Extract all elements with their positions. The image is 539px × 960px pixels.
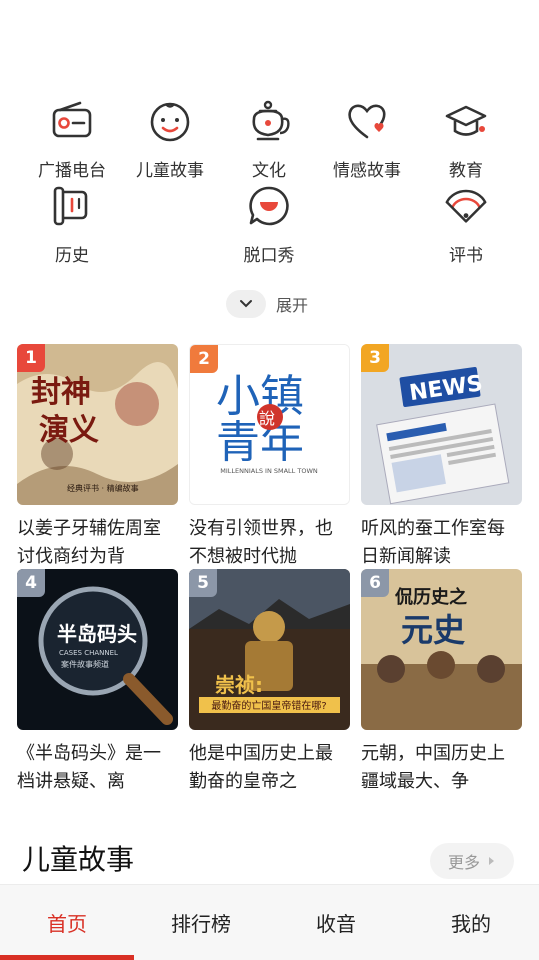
album-cover: 半岛码头 CASES CHANNEL 案件故事频道 4 (17, 569, 178, 730)
scroll-icon (49, 183, 95, 229)
album-description: 《半岛码头》是一档讲悬疑、离 (17, 743, 161, 792)
cover-subtitle: 最勤奋的亡国皇帝错在哪? (211, 699, 326, 712)
cover-subtitle: 经典评书 · 精编故事 (67, 483, 139, 493)
cover-title: 崇祯: (215, 673, 263, 697)
cover-subtitle-2: 案件故事频道 (61, 659, 109, 669)
category-emotional-stories[interactable]: 情感故事 (317, 98, 417, 181)
chevron-right-icon (489, 857, 494, 865)
album-cover: 小镇 青年 說 MILLENNIALS IN SMALL TOWN 2 (189, 344, 350, 505)
expand-button[interactable]: 展开 (226, 290, 308, 318)
album-card[interactable]: 小镇 青年 說 MILLENNIALS IN SMALL TOWN 2 没有引领… (189, 344, 350, 571)
album-card[interactable]: 半岛码头 CASES CHANNEL 案件故事频道 4 《半岛码头》是一档讲悬疑… (17, 569, 178, 796)
album-cover: NEWS 3 (361, 344, 522, 505)
graduation-cap-icon (443, 98, 489, 144)
cover-title-1: 封神 (31, 375, 91, 410)
cover-title-b: 元史 (401, 611, 465, 649)
category-label: 儿童故事 (136, 161, 204, 181)
cover-title-2: 演义 (39, 413, 99, 448)
album-card[interactable]: 崇祯: 最勤奋的亡国皇帝错在哪? 5 他是中国历史上最勤奋的皇帝之 (189, 569, 350, 796)
album-card[interactable]: NEWS 3 听风的蚕工作室每日新闻解读 (361, 344, 522, 571)
album-description: 以姜子牙辅佐周室讨伐商纣为背 (17, 518, 161, 567)
album-description: 元朝，中国历史上疆域最大、争 (361, 743, 505, 792)
rank-badge: 2 (190, 345, 218, 373)
rank-badge: 1 (17, 344, 45, 372)
album-description: 他是中国历史上最勤奋的皇帝之 (189, 743, 333, 792)
tab-rankings[interactable]: 排行榜 (134, 885, 268, 960)
rank-badge: 3 (361, 344, 389, 372)
teapot-icon (246, 98, 292, 144)
category-radio[interactable]: 广播电台 (22, 98, 122, 181)
album-cover: 侃历史之 元史 6 (361, 569, 522, 730)
category-label: 脱口秀 (243, 246, 295, 266)
album-card[interactable]: 封神 演义 经典评书 · 精编故事 1 以姜子牙辅佐周室讨伐商纣为背 (17, 344, 178, 571)
cover-title-a: 侃历史之 (394, 586, 467, 608)
category-label: 教育 (449, 161, 483, 181)
category-label: 评书 (449, 246, 483, 266)
rank-badge: 6 (361, 569, 389, 597)
category-label: 情感故事 (333, 161, 401, 181)
category-history[interactable]: 历史 (22, 183, 122, 266)
category-label: 历史 (55, 246, 89, 266)
active-tab-indicator (0, 955, 134, 960)
chevron-down-icon (226, 290, 266, 318)
more-button[interactable]: 更多 (430, 843, 514, 879)
rank-badge: 4 (17, 569, 45, 597)
bottom-tab-bar: 首页 排行榜 收音 我的 (0, 884, 539, 960)
category-storytelling[interactable]: 评书 (416, 183, 516, 266)
speech-bubble-icon (246, 183, 292, 229)
tab-home[interactable]: 首页 (0, 885, 134, 960)
more-label: 更多 (447, 853, 480, 872)
tab-mine[interactable]: 我的 (404, 885, 538, 960)
expand-label: 展开 (276, 296, 309, 315)
baby-face-icon (147, 98, 193, 144)
category-label: 文化 (252, 161, 286, 181)
album-description: 没有引领世界，也不想被时代抛 (189, 518, 333, 567)
radio-icon (49, 98, 95, 144)
heart-icon (344, 98, 390, 144)
cover-subtitle: CASES CHANNEL (59, 649, 118, 657)
category-kids-stories[interactable]: 儿童故事 (120, 98, 220, 181)
tab-radio[interactable]: 收音 (269, 885, 403, 960)
category-talk-show[interactable]: 脱口秀 (219, 183, 319, 266)
cover-stamp: 說 (259, 409, 275, 428)
category-label: 广播电台 (38, 161, 106, 181)
fan-icon (443, 183, 489, 229)
cover-title: 半岛码头 (57, 622, 137, 646)
section-title: 儿童故事 (22, 843, 135, 876)
category-education[interactable]: 教育 (416, 98, 516, 181)
cover-subtitle: MILLENNIALS IN SMALL TOWN (220, 467, 318, 475)
category-culture[interactable]: 文化 (219, 98, 319, 181)
rank-badge: 5 (189, 569, 217, 597)
album-description: 听风的蚕工作室每日新闻解读 (361, 518, 505, 567)
album-card[interactable]: 侃历史之 元史 6 元朝，中国历史上疆域最大、争 (361, 569, 522, 796)
album-cover: 封神 演义 经典评书 · 精编故事 1 (17, 344, 178, 505)
album-cover: 崇祯: 最勤奋的亡国皇帝错在哪? 5 (189, 569, 350, 730)
